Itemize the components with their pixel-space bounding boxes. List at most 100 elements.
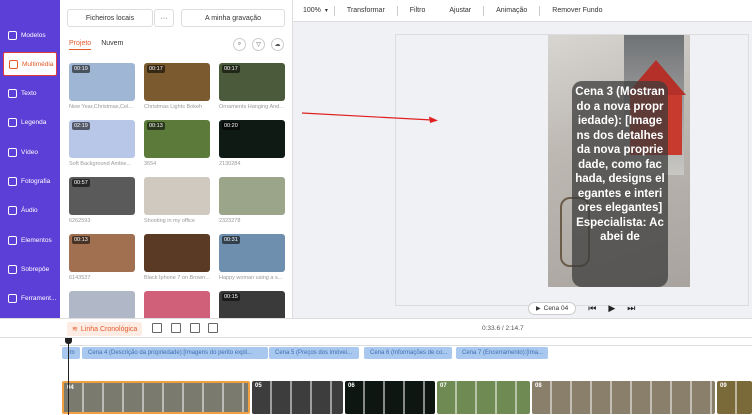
media-thumbnail[interactable]: 00:57	[69, 177, 135, 215]
media-thumbnail[interactable]	[144, 177, 210, 215]
sidebar-item-tools[interactable]: Ferrament...	[3, 287, 57, 311]
timeline: Im Cena 4 (Descrição da propriedade):[Ima…	[0, 338, 752, 415]
clip-number: 05	[255, 383, 262, 389]
media-thumbnail[interactable]	[144, 234, 210, 272]
media-thumbnail[interactable]: 00:19	[69, 63, 135, 101]
video-clip[interactable]: 04	[62, 381, 250, 414]
media-thumbnail[interactable]: 02:19	[69, 120, 135, 158]
photo-icon	[8, 177, 17, 186]
video-clip[interactable]: 08	[532, 381, 715, 414]
video-clip[interactable]: 09	[717, 381, 752, 414]
text-clip[interactable]: Cena 7 (Encerramento):[Ima...	[456, 347, 548, 359]
play-small-icon: ▶	[536, 306, 541, 312]
search-icon[interactable]: ⌕	[233, 38, 246, 51]
add-icon[interactable]	[152, 323, 162, 333]
sidebar-item-elements[interactable]: Elementos	[3, 228, 57, 252]
media-thumbnail[interactable]: 00:31	[219, 234, 285, 272]
sidebar-item-photo[interactable]: Fotografia	[3, 170, 57, 194]
media-caption: Happy woman using a s...	[219, 275, 283, 281]
clip-number: 06	[348, 383, 355, 389]
sidebar-item-label: Vídeo	[21, 148, 38, 156]
skip-back-icon[interactable]: ⏮	[588, 303, 596, 314]
media-caption: Christmas Lights Bokeh	[144, 104, 203, 110]
media-caption: 6262593	[69, 218, 91, 224]
filter-button[interactable]: Filtro	[398, 7, 438, 14]
media-thumbnail[interactable]: 00:13	[69, 234, 135, 272]
tab-project[interactable]: Projeto	[69, 40, 92, 50]
sidebar-item-grid[interactable]: Modelos	[3, 23, 57, 47]
scene-selector[interactable]: ▶ Cena 04	[528, 302, 577, 315]
sidebar-item-audio[interactable]: Áudio	[3, 199, 57, 223]
grid-icon	[8, 30, 17, 40]
sidebar-item-label: Legenda	[21, 119, 47, 127]
sidebar-item-subtitle[interactable]: Legenda	[3, 111, 57, 135]
tab-cloud[interactable]: Nuvem	[101, 40, 123, 50]
zoom-dropdown[interactable]: 100%	[293, 7, 325, 14]
media-thumbnail[interactable]	[219, 177, 285, 215]
scene-caption[interactable]: Cena 3 (Mostrando a nova propriedade): […	[572, 81, 668, 287]
crop-icon[interactable]	[190, 323, 200, 333]
subtitle-icon	[8, 118, 17, 128]
timeline-ruler[interactable]	[60, 338, 752, 346]
media-caption: Ornaments Hanging And...	[219, 104, 284, 110]
duration-badge: 00:17	[222, 65, 240, 73]
text-clip[interactable]: Cena 5 (Preços dos imóvei...	[269, 347, 359, 359]
timecode: 0:33.6 / 2:14.7	[482, 325, 524, 332]
media-panel: Ficheiros locais ··· A minha gravação Pr…	[60, 0, 293, 329]
preview-video[interactable]: Cena 3 (Mostrando a nova propriedade): […	[548, 35, 690, 287]
more-options-button[interactable]: ···	[154, 9, 174, 27]
sidebar-item-text[interactable]: Texto	[3, 82, 57, 106]
text-clip[interactable]: Cena 6 (Informações de co...	[364, 347, 452, 359]
edit-toolbar: 100% ▾ Transformar Filtro Ajustar Animaç…	[293, 0, 752, 22]
media-caption: Soft Background Ambie...	[69, 161, 132, 167]
sidebar-item-label: Áudio	[21, 207, 38, 215]
preview-canvas[interactable]: Cena 3 (Mostrando a nova propriedade): […	[395, 34, 749, 315]
overlay-icon	[8, 264, 17, 274]
split-icon[interactable]	[171, 323, 181, 333]
media-caption: 2130284	[219, 161, 241, 167]
duration-badge: 00:19	[72, 65, 90, 73]
play-icon[interactable]: ▶	[608, 303, 615, 314]
media-caption: Black Iphone 7 on Brown...	[144, 275, 210, 281]
animation-button[interactable]: Animação	[484, 7, 539, 14]
video-icon	[8, 147, 17, 157]
timeline-button[interactable]: ≋ Linha Cronológica	[67, 322, 143, 336]
timeline-toolbar: ≋ Linha Cronológica 0:33.6 / 2:14.7	[0, 318, 752, 338]
text-clip[interactable]: Cena 4 (Descrição da propriedade):[Image…	[82, 347, 268, 359]
sidebar-item-video[interactable]: Vídeo	[3, 140, 57, 164]
sidebar-item-label: Multimédia	[22, 60, 54, 68]
video-clip[interactable]: 05	[252, 381, 343, 414]
my-recording-button[interactable]: A minha gravação	[181, 9, 285, 27]
duration-badge: 00:31	[222, 236, 240, 244]
trash-icon[interactable]	[208, 323, 218, 333]
chevron-down-icon: ▾	[324, 8, 328, 14]
text-clip[interactable]: Im	[62, 347, 80, 359]
media-thumbnail[interactable]: 00:17	[219, 63, 285, 101]
clip-number: 08	[535, 383, 542, 389]
sidebar-item-label: Ferrament...	[21, 295, 57, 303]
local-files-button[interactable]: Ficheiros locais	[67, 9, 153, 27]
video-clip[interactable]: 06	[345, 381, 435, 414]
sidebar-item-media[interactable]: Multimédia	[3, 52, 57, 77]
more-icon: ···	[160, 14, 168, 22]
cloud-upload-icon[interactable]: ☁	[271, 38, 284, 51]
timeline-label: Linha Cronológica	[80, 325, 138, 333]
text-icon	[8, 89, 17, 99]
remove-background-button[interactable]: Remover Fundo	[540, 7, 614, 14]
transform-button[interactable]: Transformar	[335, 7, 397, 14]
tools-icon	[8, 294, 17, 304]
skip-forward-icon[interactable]: ⏭	[627, 303, 635, 314]
filter-icon[interactable]: ▽	[252, 38, 265, 51]
sidebar-item-overlay[interactable]: Sobrepôe	[3, 257, 57, 281]
playhead[interactable]	[68, 338, 69, 415]
video-clip[interactable]: 07	[437, 381, 530, 414]
playhead-handle[interactable]	[65, 338, 72, 344]
timeline-icon: ≋	[72, 326, 78, 333]
adjust-button[interactable]: Ajustar	[437, 7, 483, 14]
media-caption: 2323278	[219, 218, 241, 224]
elements-icon	[8, 235, 17, 245]
media-thumbnail[interactable]: 00:20	[219, 120, 285, 158]
duration-badge: 02:19	[72, 122, 90, 130]
media-thumbnail[interactable]: 00:17	[144, 63, 210, 101]
media-thumbnail[interactable]: 00:13	[144, 120, 210, 158]
